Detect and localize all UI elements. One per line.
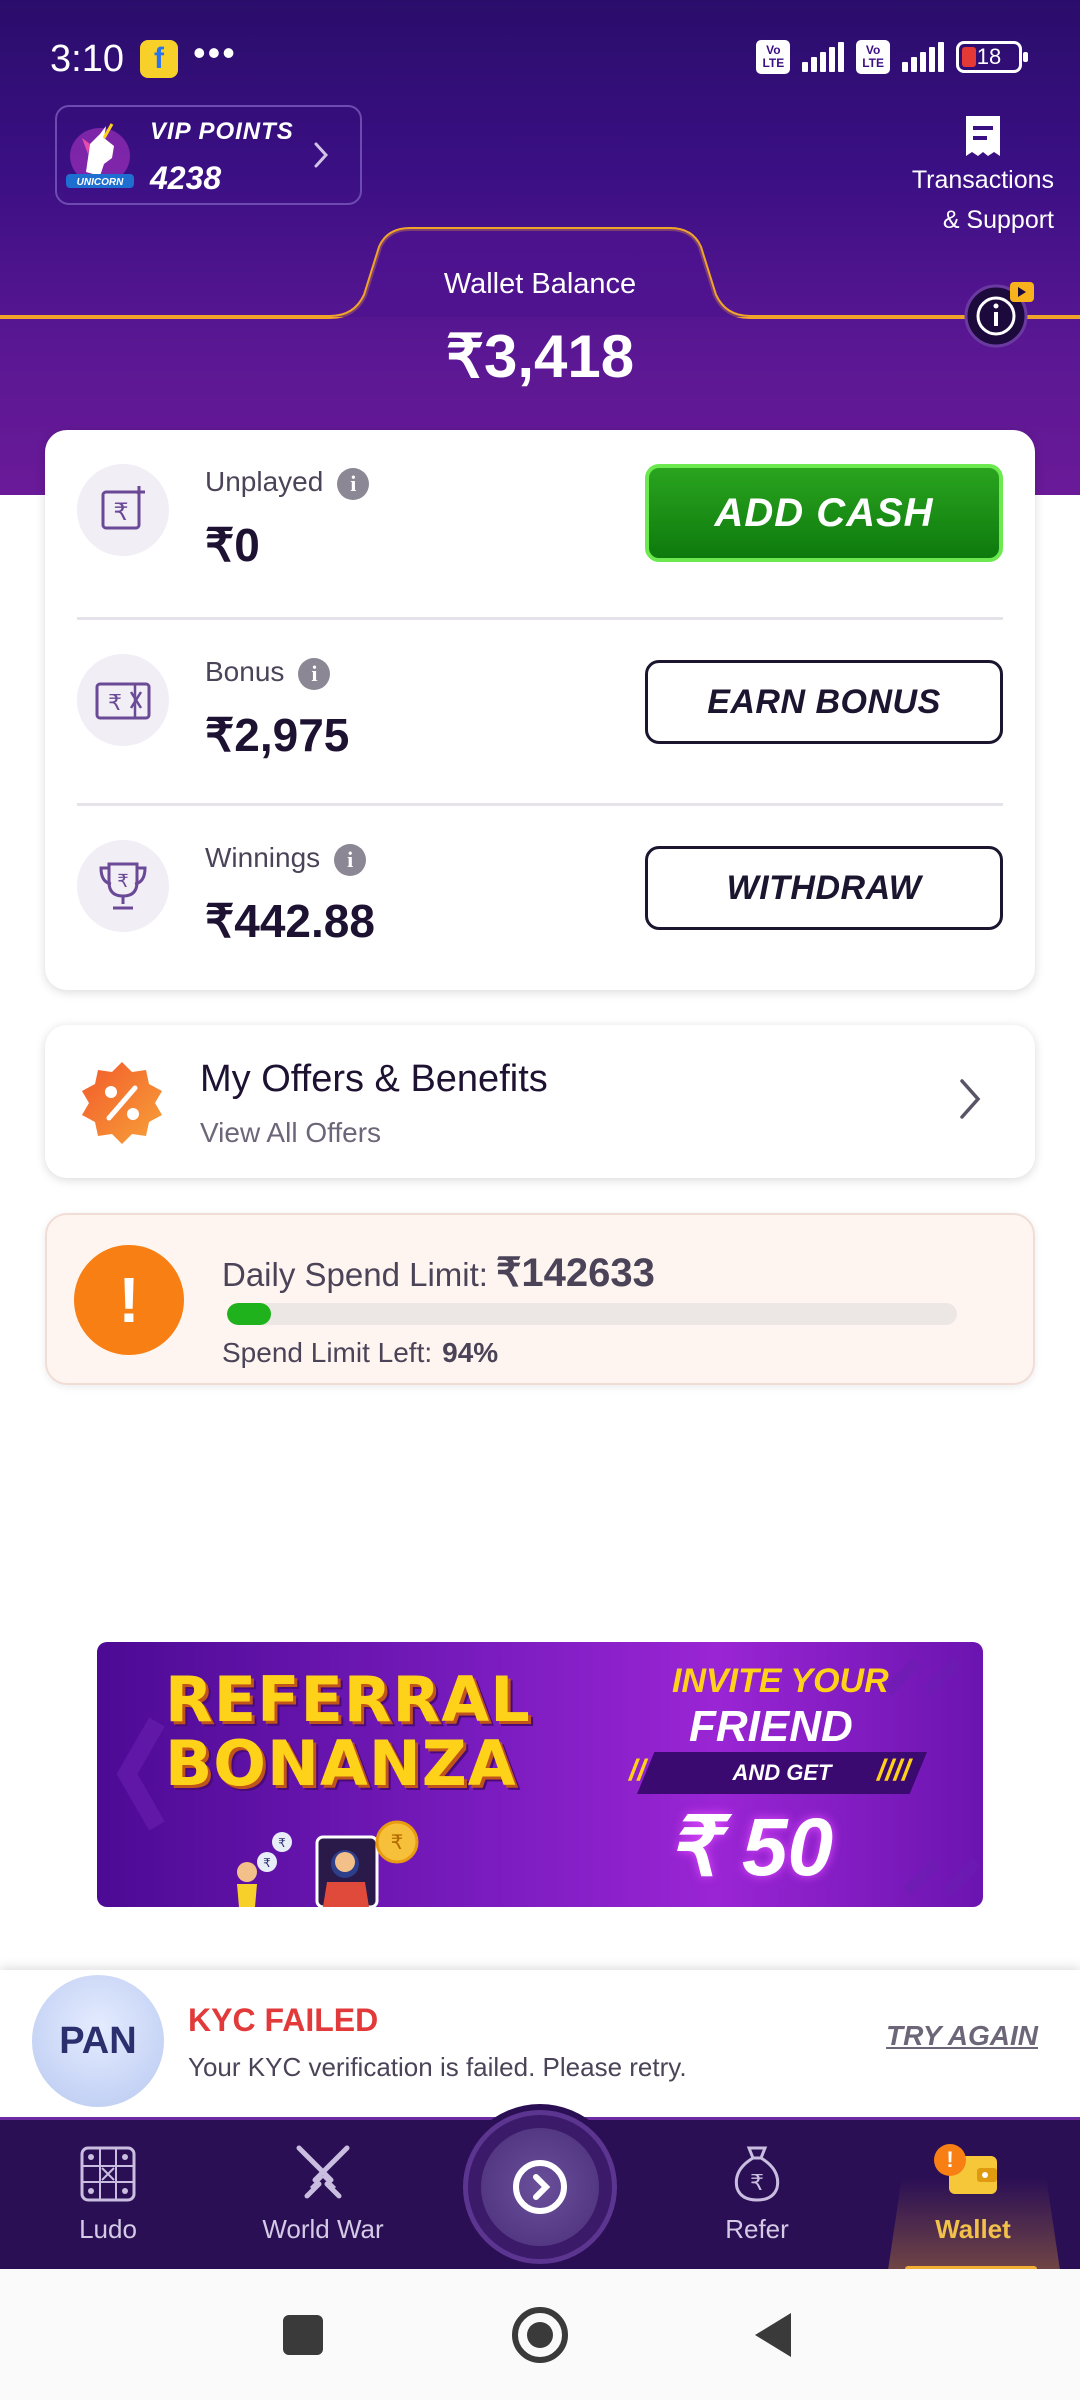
banner-friend-text: FRIEND [689,1702,853,1751]
receipt-icon[interactable] [960,112,1006,160]
bonus-row: ₹ Bonus i ₹2,975 EARN BONUS [45,620,1035,806]
play-icon [513,2160,567,2214]
battery-level: 18 [976,44,1002,69]
offers-title: My Offers & Benefits [200,1058,548,1100]
banner-stripes-right: //// [877,1754,911,1787]
svg-text:₹: ₹ [108,691,122,716]
more-notifications-icon: ••• [193,32,237,73]
wallet-balance-label: Wallet Balance [443,268,637,300]
back-button[interactable] [755,2313,791,2357]
info-icon[interactable]: i [298,657,331,690]
winnings-row: ₹ Winnings i ₹442.88 WITHDRAW [45,806,1035,992]
status-time: 3:10 [50,38,124,80]
volte-icon: Vo LTE [756,40,791,74]
unplayed-label: Unplayed i [205,466,370,500]
bonus-label: Bonus i [205,656,331,690]
referral-banner[interactable]: REFERRAL BONANZA INVITE YOUR FRIEND //// … [97,1642,983,1907]
spend-limit-label: Daily Spend Limit: ₹142633 [222,1251,655,1295]
bonus-icon: ₹ [77,654,169,746]
unicorn-logo-icon: UNICORN [66,123,134,188]
signal-4g-icon [902,42,944,72]
offers-card[interactable]: My Offers & Benefits View All Offers [45,1025,1035,1178]
pan-card-icon: PAN [32,1975,164,2107]
svg-text:₹: ₹ [391,1830,404,1854]
spend-limit-left: Spend Limit Left: 94% [222,1337,499,1368]
info-icon[interactable]: i [334,843,367,876]
nav-item-wallet[interactable]: Wallet [873,2120,1073,2272]
nav-item-world-war[interactable]: World War [223,2120,423,2272]
warning-icon: ! [74,1245,184,1355]
spend-limit-left-value: 94% [442,1337,499,1368]
daily-spend-limit-card: ! Daily Spend Limit: ₹142633 Spend Limit … [45,1213,1035,1385]
bonus-value: ₹2,975 [205,709,350,761]
vip-points-label: VIP POINTS [150,118,294,145]
wallet-alert-badge: ! [934,2144,966,2176]
chevron-right-icon [960,1079,981,1119]
crossed-swords-icon [296,2145,350,2199]
recents-button[interactable] [283,2315,323,2355]
winnings-value: ₹442.88 [205,895,375,947]
unplayed-value: ₹0 [205,519,260,571]
kyc-status-title: KYC FAILED [188,2002,379,2038]
svg-text:₹: ₹ [113,498,128,526]
nav-label: Wallet [935,2214,1011,2244]
signal-icon [802,42,845,72]
status-bar: 3:10 f ••• Vo LTE Vo LTE 18 [0,0,1080,100]
spend-limit-value: ₹142633 [495,1251,655,1295]
battery-icon: 18 [956,41,1028,73]
people-illustration-icon: ₹ ₹ ₹ [237,1820,419,1907]
home-dot-icon [527,2322,553,2348]
info-icon[interactable] [958,278,1038,350]
info-icon[interactable]: i [337,467,370,500]
money-bag-icon: ₹ [734,2146,780,2202]
system-navigation-bar [0,2269,1080,2400]
spend-limit-progress-fill [227,1303,271,1325]
banner-invite-text: INVITE YOUR [672,1662,889,1700]
wallet-balance-value: ₹3,418 [445,323,635,390]
volte-icon-2: Vo LTE [856,40,890,74]
banner-title: REFERRAL BONANZA [165,1663,531,1800]
status-icons: Vo LTE Vo LTE 18 [756,40,1028,74]
nav-label: Ludo [79,2214,137,2244]
discount-badge-icon [82,1062,162,1144]
nav-item-ludo[interactable]: Ludo [8,2120,208,2272]
svg-text:₹: ₹ [263,1856,271,1870]
ludo-board-icon [80,2146,136,2202]
banner-amount: ₹ 50 [667,1802,834,1893]
svg-text:UNICORN: UNICORN [77,177,124,188]
view-all-offers-link[interactable]: View All Offers [200,1117,381,1149]
withdraw-button[interactable]: WITHDRAW [645,846,1003,930]
unplayed-icon: ₹ [77,464,169,556]
svg-text:₹: ₹ [117,871,128,892]
try-again-button[interactable]: TRY AGAIN [886,2020,1038,2052]
nav-label: Refer [725,2214,789,2244]
svg-text:₹: ₹ [750,2171,764,2196]
nav-item-refer[interactable]: ₹ Refer [657,2120,857,2272]
add-cash-button[interactable]: ADD CASH [645,464,1003,562]
trophy-icon: ₹ [77,840,169,932]
unplayed-row: ₹ Unplayed i ₹0 ADD CASH [45,430,1035,616]
flipkart-notification-icon: f [140,40,178,78]
earn-bonus-button[interactable]: EARN BONUS [645,660,1003,744]
chevron-right-icon [314,142,329,168]
vip-points-value: 4238 [150,160,222,196]
spend-limit-progress-bar [227,1303,957,1325]
play-center-button[interactable] [463,2110,617,2264]
balance-card: ₹ Unplayed i ₹0 ADD CASH ₹ Bonus i ₹2,975 … [45,430,1035,990]
winnings-label: Winnings i [205,842,367,876]
kyc-status-bar: PAN KYC FAILED Your KYC verification is … [0,1970,1080,2120]
nav-label: World War [262,2214,384,2244]
svg-text:₹: ₹ [278,1836,286,1850]
kyc-status-message: Your KYC verification is failed. Please … [188,2052,687,2082]
transactions-label: Transactions [911,166,1054,194]
